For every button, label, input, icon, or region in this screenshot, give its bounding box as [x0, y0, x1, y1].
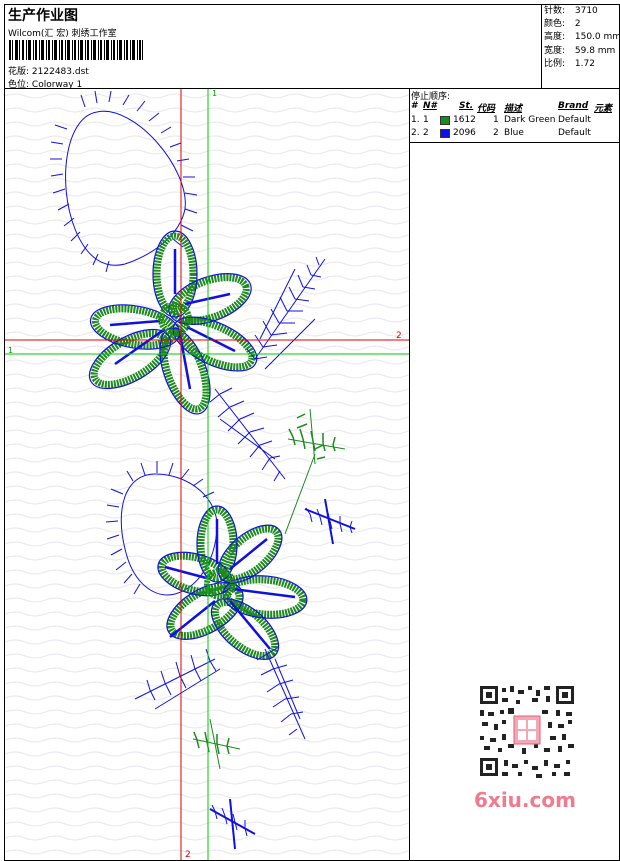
page-title: 生产作业图	[8, 8, 78, 24]
color-swatch-blue	[440, 129, 450, 138]
canvas-divider	[409, 89, 410, 860]
red-h-label: 2	[396, 331, 402, 341]
col-st: St.	[459, 101, 474, 111]
design-label: 花版:	[8, 67, 30, 77]
stop-sequence-panel: 停止顺序: # N# St. 代码 描述 Brand 元素 1. 1 1612 …	[410, 89, 620, 142]
stat-width: 宽度: 59.8 mm	[544, 45, 616, 56]
stat-stitches: 针数: 3710	[544, 6, 598, 16]
col-desc: 描述	[504, 104, 523, 114]
stop-sequence-columns: # N# St. 代码 描述 Brand 元素	[410, 101, 620, 114]
stat-height: 高度: 150.0 mm	[544, 32, 620, 43]
qr-code-icon	[472, 682, 582, 782]
barcode-icon	[9, 40, 143, 60]
design-file-line: 花版: 2122483.dst	[8, 64, 89, 77]
embroidery-canvas: 1 1 2 2	[5, 89, 409, 860]
stop-sequence-divider	[410, 142, 620, 143]
studio-name: Wilcom(汇 宏) 刺绣工作室	[8, 29, 117, 39]
stop-row: 2. 2 2096 2 Blue Default	[411, 128, 591, 138]
stat-scale: 比例: 1.72	[544, 58, 595, 69]
col-element: 元素	[594, 104, 613, 114]
green-h-label: 1	[8, 346, 13, 355]
design-file-name: 2122483.dst	[31, 67, 89, 77]
col-no: N#	[423, 101, 437, 111]
col-hash: #	[411, 101, 418, 111]
color-swatch-green	[440, 116, 450, 125]
stop-row: 1. 1 1612 1 Dark Green Default	[411, 115, 591, 125]
stats-panel: 针数: 3710 颜色: 2 高度: 150.0 mm 宽度: 59.8 mm …	[541, 4, 620, 88]
col-brand: Brand	[558, 101, 589, 111]
watermark: 6xiu.com	[474, 788, 576, 812]
col-code: 代码	[477, 104, 496, 114]
green-v-label: 1	[212, 89, 217, 98]
header-panel: 生产作业图 Wilcom(汇 宏) 刺绣工作室 花版: 2122483.dst …	[4, 4, 541, 90]
stat-colors: 颜色: 2	[544, 19, 581, 30]
red-v-label: 2	[185, 850, 191, 860]
